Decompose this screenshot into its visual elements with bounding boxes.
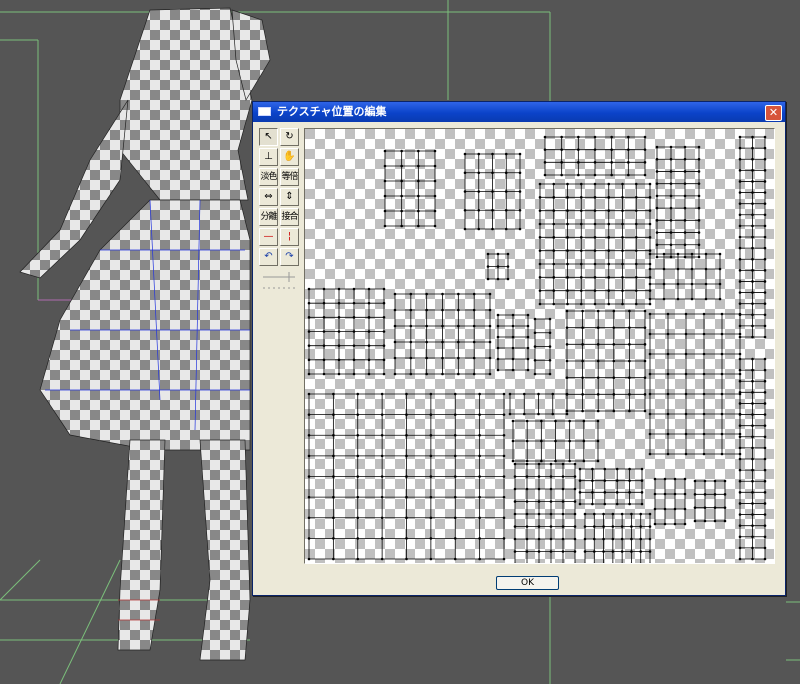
light-color-button[interactable]: 淡色 [259,168,278,186]
window-icon [258,107,271,116]
flip-horizontal-icon[interactable]: ⇔ [259,188,278,206]
align-vertical-icon[interactable]: ¦ [280,228,299,246]
dialog-title: テクスチャ位置の編集 [277,105,387,118]
ok-button[interactable]: OK [496,576,559,590]
arrow-cursor-icon[interactable]: ↖ [259,128,278,146]
redo-icon[interactable]: ↷ [280,248,299,266]
fit-icon[interactable]: ⊥ [259,148,278,166]
undo-icon[interactable]: ↶ [259,248,278,266]
flip-vertical-icon[interactable]: ⇕ [280,188,299,206]
close-icon[interactable]: ✕ [765,105,782,121]
equal-scale-button[interactable]: 等倍 [280,168,299,186]
texture-position-dialog: テクスチャ位置の編集 ✕ ↖ ↻ ⊥ ✋ 淡色 等倍 ⇔ ⇕ 分離 接合 — ¦… [252,101,786,596]
align-horizontal-icon[interactable]: — [259,228,278,246]
separate-button[interactable]: 分離 [259,208,278,226]
hand-icon[interactable]: ✋ [280,148,299,166]
rotate-icon[interactable]: ↻ [280,128,299,146]
uv-canvas[interactable] [305,129,774,563]
uv-canvas-frame [304,128,775,564]
snap-indicator [263,272,295,289]
merge-button[interactable]: 接合 [280,208,299,226]
title-bar[interactable]: テクスチャ位置の編集 ✕ [253,102,785,122]
